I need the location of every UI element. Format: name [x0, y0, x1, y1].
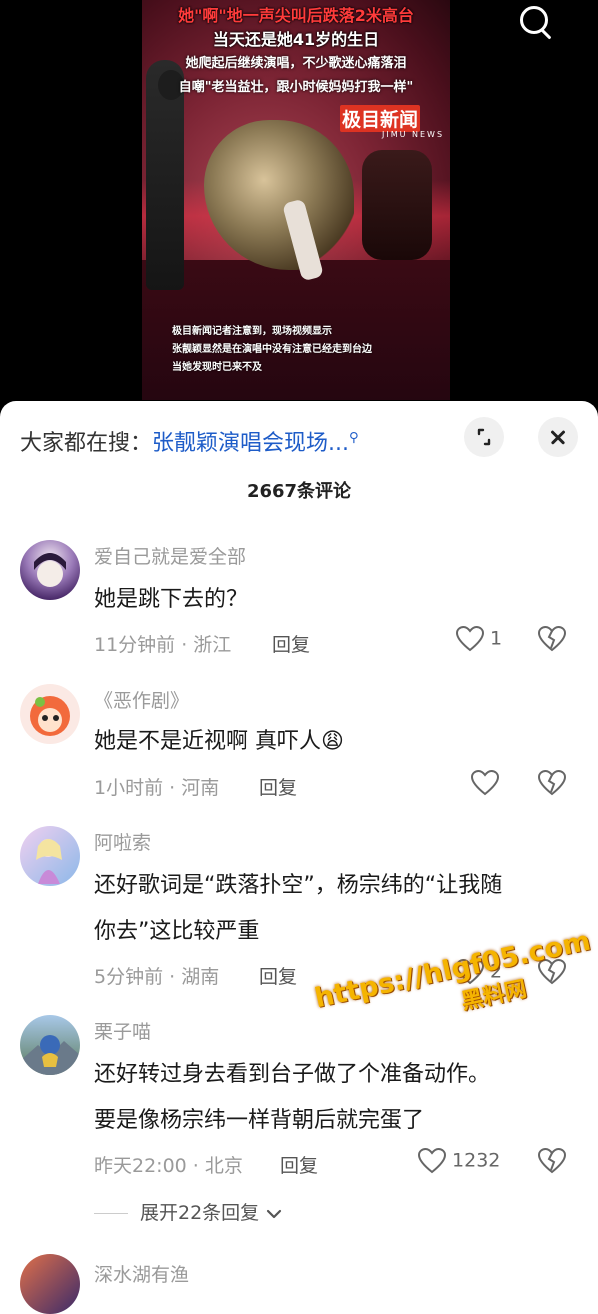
broken-heart-icon — [537, 1147, 567, 1174]
search-button[interactable] — [516, 2, 556, 42]
broken-heart-icon — [537, 625, 567, 652]
comment-meta: 11分钟前 · 浙江 — [94, 634, 232, 656]
comment-text: 她是不是近视啊 真吓人😩 — [94, 729, 344, 754]
hot-search-bar[interactable]: 大家都在搜：张靓颖演唱会现场...⚲ — [20, 425, 359, 457]
like-count: 1232 — [452, 1149, 501, 1172]
heart-icon — [417, 1147, 447, 1174]
expand-button[interactable] — [464, 417, 504, 457]
comment-username[interactable]: 《恶作剧》 — [94, 686, 189, 713]
dislike-button[interactable] — [537, 1147, 567, 1174]
avatar[interactable] — [20, 540, 80, 600]
hot-search-query[interactable]: 张靓颖演唱会现场... — [152, 431, 349, 456]
hot-search-label: 大家都在搜： — [20, 431, 153, 456]
comment-text-line-1: 还好转过身去看到台子做了个准备动作。 — [94, 1062, 491, 1087]
comment-username[interactable]: 阿啦索 — [94, 828, 151, 855]
reply-button[interactable]: 回复 — [259, 962, 297, 989]
comment-text-line-1: 还好歌词是“跌落扑空”，杨宗纬的“让我随 — [94, 873, 503, 898]
dislike-button[interactable] — [537, 625, 567, 652]
heart-icon — [455, 625, 485, 652]
comment-username[interactable]: 深水湖有渔 — [94, 1260, 189, 1287]
video-subtitle-3: 当她发现时已来不及 — [172, 362, 262, 373]
comment-meta: 1小时前 · 河南 — [94, 777, 220, 799]
expand-replies-button[interactable]: 展开22条回复 — [94, 1198, 283, 1225]
video-caption-3: 她爬起后继续演唱，不少歌迷心痛落泪 — [185, 56, 407, 71]
search-small-icon: ⚲ — [349, 430, 359, 446]
heart-icon — [470, 769, 500, 796]
comment-username[interactable]: 栗子喵 — [94, 1017, 151, 1044]
close-button[interactable] — [538, 417, 578, 457]
like-count: 1 — [490, 627, 503, 650]
reply-button[interactable]: 回复 — [259, 773, 297, 800]
video-caption-2: 当天还是她41岁的生日 — [212, 30, 380, 49]
avatar[interactable] — [20, 1015, 80, 1075]
video-caption-4: 自嘲"老当益壮，跟小时候妈妈打我一样" — [178, 80, 414, 95]
video-caption-1: 她"啊"地一声尖叫后跌落2米高台 — [178, 6, 414, 25]
reply-button[interactable]: 回复 — [280, 1151, 318, 1178]
avatar[interactable] — [20, 1254, 80, 1314]
news-logo-sub: JIMU NEWS — [382, 130, 445, 139]
broken-heart-icon — [537, 769, 567, 796]
chevron-down-icon — [267, 1209, 282, 1218]
dislike-button[interactable] — [537, 769, 567, 796]
like-button[interactable] — [470, 769, 500, 796]
reply-button[interactable]: 回复 — [272, 630, 310, 657]
expand-replies-label: 展开22条回复 — [140, 1202, 260, 1224]
video-subtitle-1: 极目新闻记者注意到，现场视频显示 — [172, 326, 332, 337]
comment-count: 2667条评论 — [246, 481, 352, 502]
video-frame: 她"啊"地一声尖叫后跌落2米高台 当天还是她41岁的生日 她爬起后继续演唱，不少… — [142, 0, 450, 400]
like-button[interactable]: 1232 — [417, 1147, 501, 1174]
avatar[interactable] — [20, 684, 80, 744]
comment-username[interactable]: 爱自己就是爱全部 — [94, 542, 246, 569]
like-button[interactable]: 1 — [455, 625, 503, 652]
video-subtitle-2: 张靓颖显然是在演唱中没有注意已经走到台边 — [172, 344, 372, 355]
video-player[interactable]: 她"啊"地一声尖叫后跌落2米高台 当天还是她41岁的生日 她爬起后继续演唱，不少… — [0, 0, 598, 420]
comment-text: 她是跳下去的？ — [94, 587, 249, 612]
news-logo: 极目新闻 — [340, 105, 421, 132]
avatar[interactable] — [20, 826, 80, 886]
staff-figure — [362, 150, 432, 260]
comment-sheet: 大家都在搜：张靓颖演唱会现场...⚲ 2667条评论 — [0, 401, 598, 1280]
comment-text-line-2: 要是像杨宗纬一样背朝后就完蛋了 — [94, 1108, 425, 1133]
expand-icon — [477, 428, 491, 446]
comment-meta: 5分钟前 · 湖南 — [94, 966, 220, 988]
comment-text-line-2: 你去”这比较严重 — [94, 919, 260, 944]
comment-meta: 昨天22:00 · 北京 — [94, 1155, 243, 1177]
divider — [94, 1213, 128, 1214]
